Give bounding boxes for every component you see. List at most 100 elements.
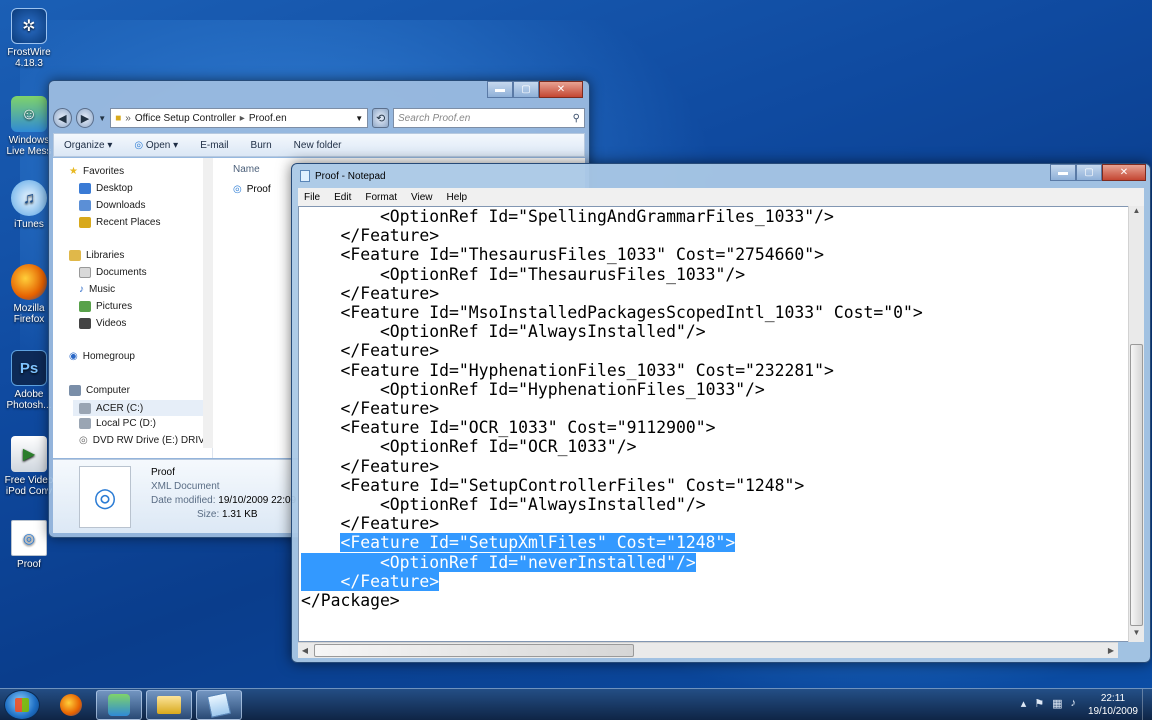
- notepad-icon: [300, 170, 310, 182]
- search-input[interactable]: Search Proof.en ⚲: [393, 108, 585, 128]
- file-item[interactable]: ◎ Proof: [233, 184, 271, 195]
- folder-icon: [157, 696, 181, 714]
- nav-downloads[interactable]: Downloads: [79, 200, 145, 211]
- vertical-scrollbar[interactable]: ▲ ▼: [1128, 206, 1144, 642]
- address-dropdown-icon[interactable]: ▼: [355, 114, 363, 123]
- nav-desktop[interactable]: Desktop: [79, 183, 133, 194]
- search-icon: ⚲: [572, 112, 580, 124]
- nav-libraries[interactable]: Libraries: [69, 250, 124, 261]
- nav-recent-places[interactable]: Recent Places: [79, 217, 160, 228]
- horizontal-scrollbar[interactable]: ◀ ▶: [298, 642, 1118, 658]
- breadcrumb-item[interactable]: Proof.en: [249, 113, 287, 124]
- selected-text-line: <Feature Id="SetupXmlFiles" Cost="1248">: [301, 533, 923, 553]
- nav-acer-c[interactable]: ACER (C:): [73, 400, 203, 416]
- notepad-window: Proof - Notepad ▬ ▢ ✕ File Edit Format V…: [291, 163, 1151, 663]
- taskbar-messenger[interactable]: [96, 690, 142, 720]
- breadcrumb-item[interactable]: Office Setup Controller: [135, 113, 236, 124]
- scroll-down-arrow-icon[interactable]: ▼: [1129, 628, 1144, 642]
- nav-homegroup[interactable]: ◉ Homegroup: [69, 351, 135, 362]
- organize-button[interactable]: Organize ▾: [64, 140, 112, 151]
- vertical-scroll-thumb[interactable]: [1130, 344, 1143, 626]
- maximize-button[interactable]: ▢: [513, 81, 539, 98]
- minimize-button[interactable]: ▬: [487, 81, 513, 98]
- nav-pane-scrollbar[interactable]: [203, 158, 213, 448]
- notepad-title-bar: Proof - Notepad: [300, 170, 386, 182]
- homegroup-icon: ◉: [69, 351, 78, 362]
- menu-view[interactable]: View: [411, 192, 433, 203]
- nav-music[interactable]: ♪ Music: [79, 284, 115, 295]
- email-button[interactable]: E-mail: [200, 140, 228, 151]
- burn-button[interactable]: Burn: [251, 140, 272, 151]
- folder-icon: ■: [115, 112, 122, 124]
- text-line: <OptionRef Id="OCR_1033"/>: [301, 437, 637, 457]
- explorer-navigation-bar: ◀ ▶ ▼ ■ » Office Setup Controller ▸ Proo…: [53, 105, 585, 131]
- nav-documents[interactable]: Documents: [79, 267, 147, 278]
- new-folder-button[interactable]: New folder: [294, 140, 342, 151]
- menu-help[interactable]: Help: [447, 192, 468, 203]
- notepad-menu-bar: File Edit Format View Help: [298, 188, 1144, 206]
- menu-file[interactable]: File: [304, 192, 320, 203]
- ipod-converter-icon: ▶: [11, 436, 47, 472]
- nav-videos[interactable]: Videos: [79, 318, 126, 329]
- nav-favorites[interactable]: ★ Favorites: [69, 166, 124, 177]
- scroll-right-arrow-icon[interactable]: ▶: [1104, 643, 1118, 658]
- desktop-icon: [79, 183, 91, 194]
- column-header-name[interactable]: Name: [233, 164, 260, 175]
- refresh-icon: ⟲: [375, 112, 386, 125]
- text-line: <Feature Id="OCR_1033" Cost="9112900">: [301, 418, 716, 438]
- action-center-icon[interactable]: ⚑: [1034, 697, 1044, 710]
- taskbar-notepad[interactable]: [196, 690, 242, 720]
- address-bar[interactable]: ■ » Office Setup Controller ▸ Proof.en ▼: [110, 108, 369, 128]
- explorer-command-bar: Organize ▾ ◎ Open ▾ E-mail Burn New fold…: [53, 133, 585, 157]
- desktop-icon-frostwire[interactable]: ✲ FrostWire 4.18.3: [2, 8, 56, 69]
- frostwire-icon: ✲: [11, 8, 47, 44]
- text-line: </Feature>: [301, 514, 440, 534]
- computer-icon: [69, 385, 81, 396]
- taskbar-clock[interactable]: 22:11 19/10/2009: [1088, 692, 1138, 718]
- taskbar-firefox[interactable]: [48, 690, 94, 720]
- minimize-button[interactable]: ▬: [1050, 164, 1076, 181]
- scroll-up-arrow-icon[interactable]: ▲: [1129, 206, 1144, 220]
- show-desktop-button[interactable]: [1142, 689, 1152, 720]
- nav-local-d[interactable]: Local PC (D:): [79, 418, 156, 429]
- firefox-icon: [60, 694, 82, 716]
- navigation-pane: ★ Favorites Desktop Downloads Recent Plac…: [53, 158, 213, 458]
- menu-format[interactable]: Format: [365, 192, 397, 203]
- open-button[interactable]: ◎ Open ▾: [134, 140, 178, 151]
- volume-icon[interactable]: ♪: [1071, 697, 1077, 710]
- scroll-left-arrow-icon[interactable]: ◀: [298, 643, 312, 658]
- nav-label: Pictures: [96, 301, 133, 312]
- text-line: </Feature>: [301, 456, 440, 476]
- recent-pages-dropdown[interactable]: ▼: [98, 114, 106, 123]
- back-button[interactable]: ◀: [53, 108, 72, 128]
- text-line: </Feature>: [301, 226, 440, 246]
- network-icon[interactable]: ▦: [1052, 697, 1062, 710]
- text-line: </Feature>: [301, 341, 440, 361]
- maximize-button[interactable]: ▢: [1076, 164, 1102, 181]
- text-line: <Feature Id="HyphenationFiles_1033" Cost…: [301, 360, 834, 380]
- notepad-text-area[interactable]: <OptionRef Id="SpellingAndGrammarFiles_1…: [298, 206, 1134, 642]
- horizontal-scroll-thumb[interactable]: [314, 644, 634, 657]
- nav-label: Music: [89, 284, 116, 295]
- close-button[interactable]: ✕: [1102, 164, 1146, 181]
- refresh-button[interactable]: ⟲: [372, 108, 389, 128]
- nav-pictures[interactable]: Pictures: [79, 301, 132, 312]
- recent-places-icon: [79, 217, 91, 228]
- nav-computer[interactable]: Computer: [69, 385, 130, 396]
- forward-button[interactable]: ▶: [75, 108, 95, 128]
- close-button[interactable]: ✕: [539, 81, 583, 98]
- selected-text-line: <OptionRef Id="neverInstalled"/>: [301, 552, 923, 572]
- notepad-text: <OptionRef Id="SpellingAndGrammarFiles_1…: [301, 207, 923, 610]
- messenger-icon: ☺: [11, 96, 47, 132]
- nav-label: Desktop: [96, 183, 133, 194]
- text-line: <OptionRef Id="AlwaysInstalled"/>: [301, 495, 706, 515]
- drive-icon: [79, 402, 91, 414]
- show-hidden-icons-icon[interactable]: ▴: [1021, 697, 1027, 710]
- nav-dvd-e[interactable]: ◎ DVD RW Drive (E:) DRIVER: [79, 435, 212, 446]
- start-button[interactable]: [4, 690, 40, 720]
- taskbar-explorer[interactable]: [146, 690, 192, 720]
- xml-file-icon: ◎: [79, 466, 131, 528]
- menu-edit[interactable]: Edit: [334, 192, 351, 203]
- xml-file-icon: ◎: [233, 184, 242, 195]
- dvd-icon: ◎: [79, 435, 88, 446]
